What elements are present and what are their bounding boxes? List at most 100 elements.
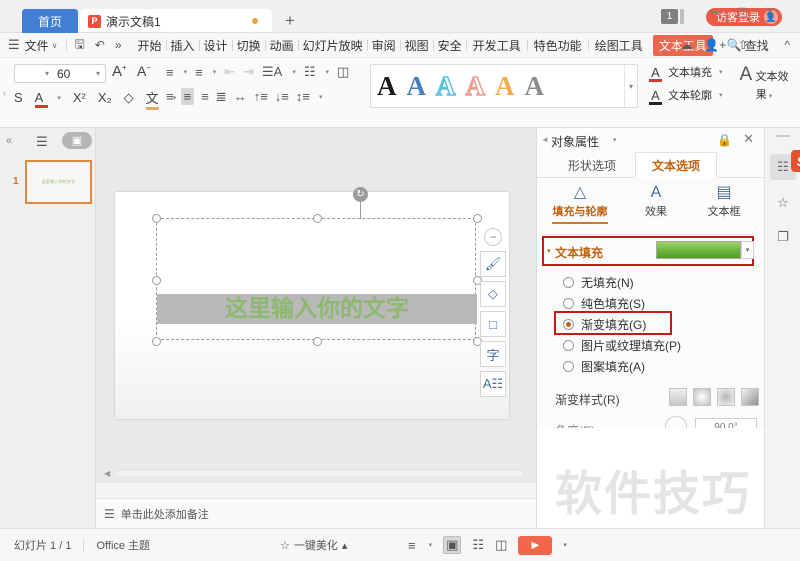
line-spacing-caret-icon[interactable]: ▾	[319, 93, 323, 101]
align-center-icon[interactable]: ≡	[180, 88, 195, 105]
panel-expand-icon[interactable]: ◄	[541, 135, 549, 144]
normal-view-icon[interactable]: ▣	[443, 536, 462, 554]
text-effects-caret-icon[interactable]: ▾	[769, 93, 773, 100]
undo-icon[interactable]: ↶	[95, 38, 105, 52]
close-icon[interactable]: ✕	[743, 131, 754, 147]
menu-item-insert[interactable]: 插入	[167, 37, 199, 54]
subtab-effects[interactable]: A 效果	[621, 183, 691, 219]
notes-view-icon[interactable]: ≡	[408, 538, 416, 553]
collapse-panel-icon[interactable]: «	[6, 135, 12, 147]
align-left-icon[interactable]: ≡	[166, 89, 174, 104]
distribute-icon[interactable]: ↔	[234, 89, 247, 104]
tab-shape-options[interactable]: 形状选项	[551, 152, 633, 178]
ribbon-collapse-icon[interactable]: ‹	[3, 88, 6, 98]
scrollbar-track[interactable]	[114, 470, 524, 477]
home-tab[interactable]: 首页	[22, 9, 78, 33]
wps-badge-icon[interactable]: S	[791, 150, 800, 172]
more-vert-icon[interactable]: ⋮	[760, 38, 772, 52]
new-tab-button[interactable]: +	[285, 12, 295, 30]
superscript-icon[interactable]: X²	[73, 90, 86, 105]
phonetic-guide-icon[interactable]: 文	[145, 88, 159, 110]
text-fill-section-caret-icon[interactable]: ▾	[547, 247, 551, 255]
thumbnail-item[interactable]: 1 这里输入你的文字	[0, 160, 95, 208]
slide-text-content[interactable]: 这里输入你的文字	[157, 294, 477, 324]
hamburger-menu-icon[interactable]: ☰	[8, 37, 20, 53]
resize-handle-bottom-left[interactable]	[152, 337, 161, 346]
outline-view-icon[interactable]: ☰	[36, 134, 48, 150]
scroll-left-icon[interactable]: ◀	[104, 469, 110, 478]
resize-handle-bottom-center[interactable]	[313, 337, 322, 346]
start-slideshow-button[interactable]: ▶	[518, 535, 553, 555]
text-fill-color-swatch[interactable]	[656, 241, 741, 259]
align-text-box-icon[interactable]: ☷	[304, 64, 316, 80]
menu-item-design[interactable]: 设计	[200, 37, 232, 54]
menu-item-features[interactable]: 特色功能	[528, 37, 588, 54]
menu-item-transition[interactable]: 切换	[233, 37, 265, 54]
text-direction-icon[interactable]: ☰A	[262, 64, 282, 80]
space-after-icon[interactable]: ↓≡	[275, 89, 289, 104]
favorites-rail-icon[interactable]: ☆	[770, 190, 796, 216]
menu-item-developer[interactable]: 开发工具	[467, 37, 527, 54]
menu-item-animation[interactable]: 动画	[266, 37, 298, 54]
menu-item-slideshow[interactable]: 幻灯片放映	[299, 37, 367, 54]
font-color-caret-icon[interactable]: ▾	[57, 94, 61, 102]
more-quick-icon[interactable]: »	[115, 38, 122, 52]
menu-item-start[interactable]: 开始	[134, 37, 166, 54]
text-icon[interactable]: 字	[480, 341, 506, 367]
gradient-style-radial-light[interactable]	[693, 388, 711, 406]
notes-view-caret-icon[interactable]: ▾	[429, 541, 433, 549]
document-tab[interactable]: P 演示文稿1	[80, 9, 272, 33]
radio-solid-fill-button[interactable]	[563, 298, 574, 309]
brush-icon[interactable]: 🖌	[480, 251, 506, 277]
reading-view-icon[interactable]: ◫	[495, 537, 507, 553]
save-icon[interactable]: 🖫	[75, 35, 85, 56]
gradient-style-linear[interactable]	[669, 388, 687, 406]
upload-icon[interactable]: ⇧	[738, 38, 748, 52]
align-text-caret-icon[interactable]: ▾	[326, 68, 330, 76]
radio-picture-texture-fill-button[interactable]	[563, 340, 574, 351]
wordart-style-1[interactable]: A	[377, 71, 397, 101]
chevron-down-icon[interactable]: ∨	[52, 41, 58, 50]
resize-handle-top-center[interactable]	[313, 214, 322, 223]
gradient-style-radial-dark[interactable]	[717, 388, 735, 406]
resize-handle-top-left[interactable]	[152, 214, 161, 223]
subtab-fill-outline[interactable]: △ 填充与轮廓	[545, 183, 615, 224]
numbered-list-icon[interactable]: ≡	[195, 65, 203, 80]
collapse-ribbon-icon[interactable]: ^	[784, 38, 790, 52]
menu-item-drawing-tools[interactable]: 绘图工具	[589, 37, 649, 54]
text-fill-button[interactable]: A 文本填充 ▾	[648, 64, 723, 82]
increase-indent-icon[interactable]: ⇥	[243, 64, 254, 80]
menu-item-review[interactable]: 审阅	[368, 37, 400, 54]
theme-label[interactable]: Office 主题	[96, 537, 150, 553]
one-click-beautify-button[interactable]: ☆ 一键美化 ▴	[280, 537, 347, 553]
font-size-input[interactable]: ▾ 60 ▾	[14, 64, 106, 83]
text-effects-button[interactable]: A 文本效果 ▾	[735, 64, 793, 102]
text-outline-button[interactable]: A 文本轮廓 ▾	[648, 87, 723, 105]
tab-text-options[interactable]: 文本选项	[635, 152, 717, 178]
gradient-style-diagonal[interactable]	[741, 388, 759, 406]
clear-format-icon[interactable]: ◇	[124, 90, 134, 106]
shape-icon[interactable]: □	[480, 311, 506, 337]
wordart-style-3[interactable]: A	[435, 70, 456, 102]
justify-icon[interactable]: ≣	[216, 89, 227, 105]
wordart-style-4[interactable]: A	[465, 70, 486, 102]
text-outline-caret-icon[interactable]: ▾	[719, 91, 723, 99]
numbered-caret-icon[interactable]: ▾	[213, 68, 217, 76]
layers-rail-icon[interactable]: ❐	[770, 224, 796, 250]
lock-icon[interactable]: 🔒	[717, 133, 732, 147]
subtab-textbox[interactable]: ▤ 文本框	[689, 183, 759, 219]
wordart-gallery-scroll-icon[interactable]: ▾	[624, 65, 637, 107]
space-before-icon[interactable]: ↑≡	[254, 89, 268, 104]
wordart-style-2[interactable]: A	[407, 71, 427, 101]
slideshow-caret-icon[interactable]: ▾	[563, 541, 567, 549]
wordart-style-6[interactable]: A	[525, 71, 545, 101]
thumbnail-preview[interactable]: 这里输入你的文字	[25, 160, 92, 204]
panel-title-caret-icon[interactable]: ▾	[613, 136, 617, 144]
resize-handle-middle-left[interactable]	[152, 276, 161, 285]
subscript-icon[interactable]: X₂	[98, 90, 112, 105]
horizontal-scrollbar[interactable]: ◀	[104, 469, 524, 478]
radio-no-fill[interactable]: 无填充(N)	[563, 272, 681, 293]
rotate-handle-icon[interactable]: ↻	[353, 187, 368, 202]
bullet-list-icon[interactable]: ≡	[166, 65, 174, 80]
notes-pane[interactable]: ☰ 单击此处添加备注	[96, 498, 536, 528]
